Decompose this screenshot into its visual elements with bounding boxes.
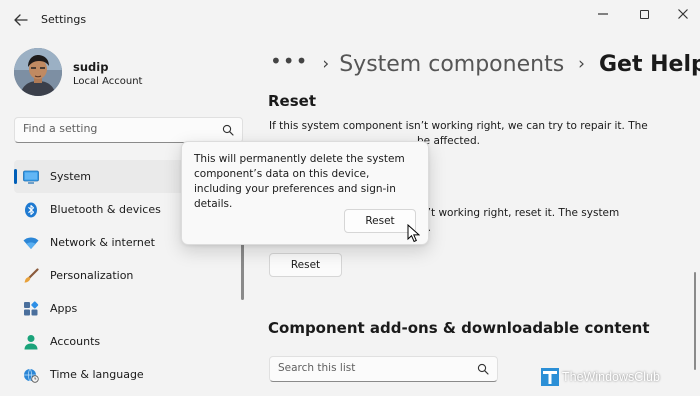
page-title: Get Help bbox=[598, 51, 700, 77]
find-setting-search[interactable] bbox=[14, 117, 243, 143]
settings-window: Settings sudip Local Account Find a sett… bbox=[0, 0, 700, 396]
monitor-icon bbox=[22, 168, 40, 186]
back-button[interactable] bbox=[10, 10, 32, 30]
search-icon[interactable] bbox=[477, 363, 489, 375]
close-button[interactable] bbox=[668, 5, 698, 23]
sidebar-item-apps[interactable]: Apps bbox=[14, 292, 239, 325]
chevron-right-icon: › bbox=[322, 54, 330, 74]
maximize-button[interactable] bbox=[629, 5, 659, 23]
find-setting-input[interactable] bbox=[23, 122, 213, 135]
sidebar-item-label: Bluetooth & devices bbox=[50, 203, 161, 216]
minimize-button[interactable] bbox=[588, 5, 618, 23]
sidebar-item-label: System bbox=[50, 170, 92, 183]
minimize-icon bbox=[598, 13, 608, 15]
person-icon bbox=[22, 333, 40, 351]
confirm-reset-button[interactable]: Reset bbox=[344, 209, 416, 233]
mouse-cursor-icon bbox=[407, 224, 420, 243]
globe-clock-icon bbox=[22, 366, 40, 384]
watermark: TheWindowsClub bbox=[541, 367, 660, 387]
app-title: Settings bbox=[41, 13, 87, 26]
avatar[interactable] bbox=[14, 48, 62, 96]
addons-section-title: Component add-ons & downloadable content bbox=[268, 319, 650, 337]
brush-icon bbox=[22, 267, 40, 285]
main-scrollbar[interactable] bbox=[694, 272, 696, 370]
list-search-input[interactable] bbox=[278, 362, 468, 374]
account-type: Local Account bbox=[73, 76, 143, 87]
title-bar: Settings bbox=[0, 0, 700, 40]
apps-icon bbox=[22, 300, 40, 318]
sidebar-item-label: Apps bbox=[50, 302, 78, 315]
thewindowsclub-logo-icon bbox=[541, 368, 559, 386]
sidebar-item-label: Network & internet bbox=[50, 236, 155, 249]
flyout-message: This will permanently delete the system … bbox=[194, 153, 405, 210]
close-icon bbox=[678, 9, 688, 19]
back-arrow-icon bbox=[14, 14, 28, 26]
breadcrumb-parent-link[interactable]: System components bbox=[339, 52, 564, 77]
sidebar-item-label: Accounts bbox=[50, 335, 101, 348]
watermark-text: TheWindowsClub bbox=[562, 370, 660, 384]
breadcrumb-overflow-button[interactable]: ••• bbox=[270, 49, 308, 73]
repair-description-line: If this system component isn’t working r… bbox=[269, 120, 648, 132]
breadcrumb: ••• › System components › Get Help bbox=[270, 46, 700, 82]
wifi-icon bbox=[22, 234, 40, 252]
reset-button[interactable]: Reset bbox=[269, 253, 342, 277]
sidebar-item-time-language[interactable]: Time & language bbox=[14, 358, 239, 391]
sidebar-item-personalization[interactable]: Personalization bbox=[14, 259, 239, 292]
reset-section-title: Reset bbox=[268, 92, 316, 110]
chevron-right-icon: › bbox=[578, 54, 585, 74]
bluetooth-icon bbox=[22, 201, 40, 219]
reset-confirmation-flyout: This will permanently delete the system … bbox=[181, 141, 429, 245]
search-icon[interactable] bbox=[222, 124, 234, 136]
maximize-icon bbox=[639, 9, 649, 19]
sidebar-item-label: Personalization bbox=[50, 269, 134, 282]
user-name: sudip bbox=[73, 60, 109, 74]
sidebar-item-label: Time & language bbox=[50, 368, 144, 381]
list-search-box[interactable] bbox=[269, 356, 498, 382]
sidebar-item-accounts[interactable]: Accounts bbox=[14, 325, 239, 358]
